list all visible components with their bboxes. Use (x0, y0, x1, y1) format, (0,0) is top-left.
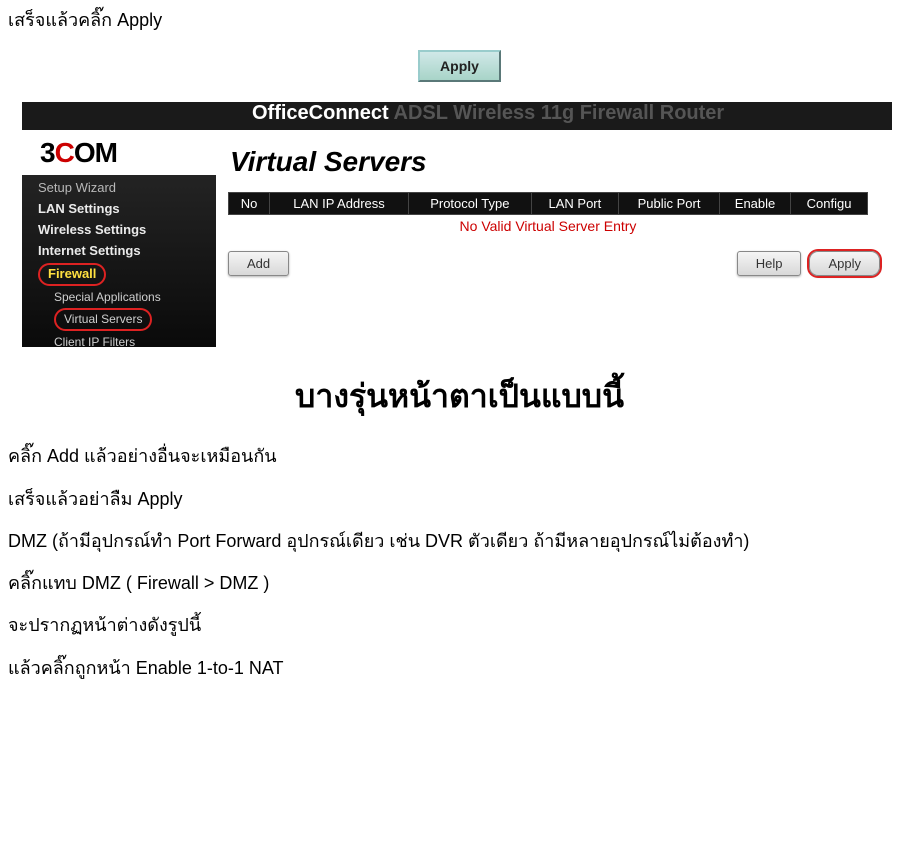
submenu-virtual-servers[interactable]: Virtual Servers (36, 306, 208, 333)
router-title-right: ADSL Wireless 11g Firewall Router (394, 102, 725, 124)
paragraph-2: เสร็จแล้วอย่าลืม Apply (8, 487, 911, 511)
col-lan-ip: LAN IP Address (270, 193, 409, 215)
col-public-port: Public Port (619, 193, 720, 215)
col-lan-port: LAN Port (531, 193, 618, 215)
help-button[interactable]: Help (737, 251, 802, 276)
submenu-virtual-servers-label: Virtual Servers (54, 308, 152, 331)
col-proto: Protocol Type (409, 193, 532, 215)
paragraph-6: แล้วคลิ๊กถูกหน้า Enable 1-to-1 NAT (8, 656, 911, 680)
paragraph-5: จะปรากฏหน้าต่างดังรูปนี้ (8, 613, 911, 637)
apply-button-sample: Apply (418, 50, 501, 82)
router-sidebar: 3COM Setup Wizard LAN Settings Wireless … (22, 130, 216, 347)
submenu-special-applications[interactable]: Special Applications (36, 288, 208, 306)
logo-3: 3 (40, 137, 55, 168)
router-content: Virtual Servers No LAN IP Address Protoc… (216, 130, 892, 347)
submenu-client-ip-filters[interactable]: Client IP Filters (36, 333, 208, 347)
empty-row-msg: No Valid Virtual Server Entry (229, 215, 868, 238)
paragraph-4: คลิ๊กแทบ DMZ ( Firewall > DMZ ) (8, 571, 911, 595)
section-title: บางรุ่นหน้าตาเป็นแบบนี้ (8, 371, 911, 422)
menu-lan-settings[interactable]: LAN Settings (36, 198, 208, 219)
router-title-left: OfficeConnect (252, 102, 389, 124)
col-no: No (229, 193, 270, 215)
virtual-servers-table: No LAN IP Address Protocol Type LAN Port… (228, 192, 868, 237)
menu-firewall[interactable]: Firewall (36, 261, 208, 288)
logo-om: OM (74, 137, 117, 168)
menu-firewall-label: Firewall (38, 263, 106, 286)
apply-image-wrap: Apply (8, 50, 911, 82)
router-top-strip: OfficeConnect ADSL Wireless 11g Firewall… (22, 102, 892, 130)
intro-text: เสร็จแล้วคลิ๊ก Apply (8, 8, 911, 32)
menu-wireless-settings[interactable]: Wireless Settings (36, 219, 208, 240)
col-enable: Enable (719, 193, 790, 215)
add-button[interactable]: Add (228, 251, 289, 276)
menu-setup-wizard[interactable]: Setup Wizard (36, 177, 208, 198)
menu-internet-settings[interactable]: Internet Settings (36, 240, 208, 261)
col-config: Configu (791, 193, 868, 215)
router-screenshot: OfficeConnect ADSL Wireless 11g Firewall… (22, 102, 892, 347)
apply-button[interactable]: Apply (809, 251, 880, 276)
paragraph-1: คลิ๊ก Add แล้วอย่างอื่นจะเหมือนกัน (8, 444, 911, 468)
virtual-servers-heading: Virtual Servers (230, 146, 892, 178)
router-logo: 3COM (22, 130, 216, 175)
logo-c: C (55, 137, 74, 168)
paragraph-3: DMZ (ถ้ามีอุปกรณ์ทำ Port Forward อุปกรณ์… (8, 529, 911, 553)
